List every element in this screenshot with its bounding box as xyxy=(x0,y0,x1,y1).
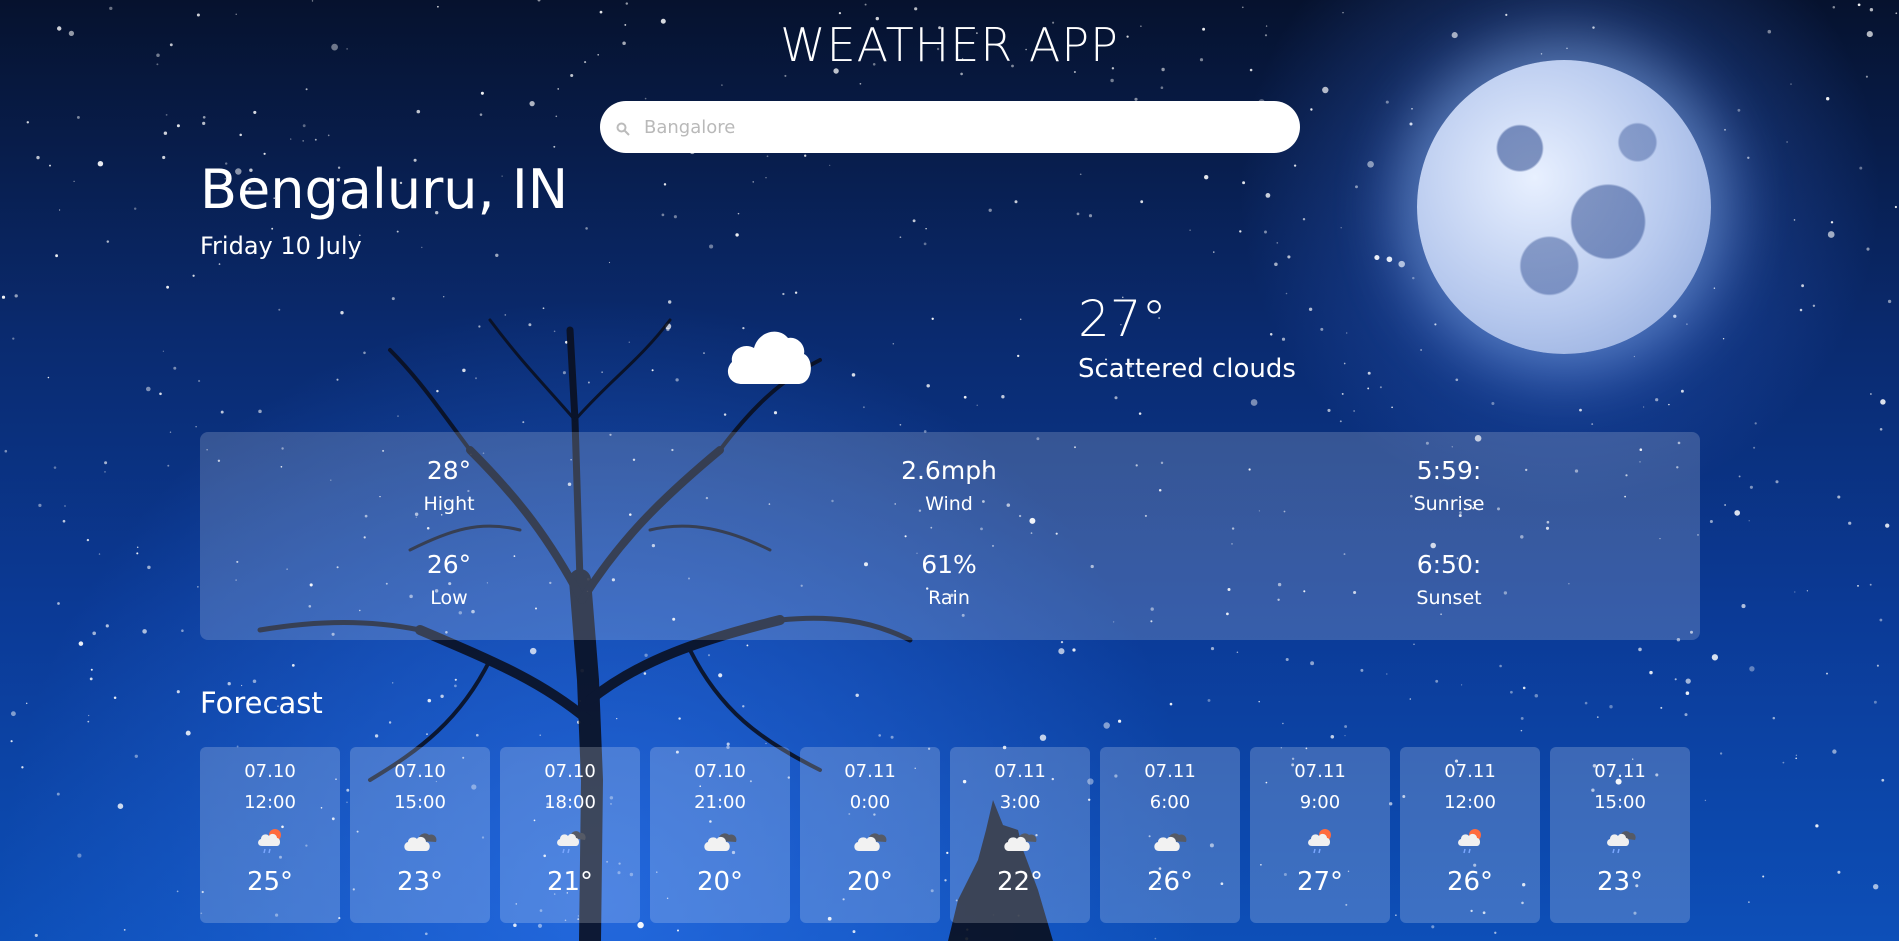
stat-low: 26° Low xyxy=(349,550,549,609)
clouds-icon xyxy=(950,823,1090,857)
stat-rain: 61% Rain xyxy=(849,550,1049,609)
clouds-icon xyxy=(350,823,490,857)
forecast-temperature: 20° xyxy=(846,867,894,897)
forecast-date: 07.11 xyxy=(994,761,1046,782)
forecast-time: 3:00 xyxy=(999,792,1041,813)
cloud-rain-icon xyxy=(500,823,640,857)
forecast-date: 07.10 xyxy=(394,761,446,782)
forecast-card: 07.11 0:00 20° xyxy=(800,747,940,923)
forecast-time: 9:00 xyxy=(1299,792,1341,813)
forecast-time: 15:00 xyxy=(394,792,446,813)
forecast-time: 18:00 xyxy=(544,792,596,813)
forecast-card: 07.10 21:00 20° xyxy=(650,747,790,923)
forecast-date: 07.11 xyxy=(1594,761,1646,782)
forecast-card: 07.11 12:00 26° xyxy=(1400,747,1540,923)
forecast-date: 07.11 xyxy=(1444,761,1496,782)
stat-sunset-label: Sunset xyxy=(1416,587,1482,609)
current-date: Friday 10 July xyxy=(200,232,362,260)
sun-cloud-rain-icon xyxy=(1250,823,1390,857)
stat-sunrise: 5:59: Sunrise xyxy=(1349,456,1549,515)
forecast-time: 15:00 xyxy=(1594,792,1646,813)
forecast-temperature: 20° xyxy=(696,867,744,897)
forecast-date: 07.11 xyxy=(1294,761,1346,782)
forecast-date: 07.11 xyxy=(1144,761,1196,782)
stat-sunrise-label: Sunrise xyxy=(1413,493,1485,515)
stat-high: 28° Hight xyxy=(349,456,549,515)
search-bar[interactable] xyxy=(600,101,1300,153)
forecast-date: 07.10 xyxy=(694,761,746,782)
stat-sunset-value: 6:50: xyxy=(1416,550,1482,579)
forecast-temperature: 26° xyxy=(1446,867,1494,897)
stat-high-label: Hight xyxy=(423,493,475,515)
forecast-temperature: 23° xyxy=(396,867,444,897)
forecast-card: 07.10 18:00 21° xyxy=(500,747,640,923)
forecast-date: 07.11 xyxy=(844,761,896,782)
forecast-time: 12:00 xyxy=(244,792,296,813)
weather-description: Scattered clouds xyxy=(1078,354,1296,384)
stat-wind: 2.6mph Wind xyxy=(849,456,1049,515)
stat-sunset: 6:50: Sunset xyxy=(1349,550,1549,609)
forecast-time: 12:00 xyxy=(1444,792,1496,813)
forecast-heading: Forecast xyxy=(200,686,323,720)
cloud-rain-icon xyxy=(1550,823,1690,857)
forecast-temperature: 21° xyxy=(546,867,594,897)
forecast-time: 0:00 xyxy=(849,792,891,813)
forecast-card: 07.11 3:00 22° xyxy=(950,747,1090,923)
stat-rain-value: 61% xyxy=(921,550,977,579)
sun-cloud-rain-icon xyxy=(200,823,340,857)
cloud-icon xyxy=(727,331,811,384)
forecast-time: 21:00 xyxy=(694,792,746,813)
stat-wind-label: Wind xyxy=(925,493,973,515)
forecast-temperature: 26° xyxy=(1146,867,1194,897)
stat-sunrise-value: 5:59: xyxy=(1416,456,1482,485)
clouds-icon xyxy=(800,823,940,857)
forecast-card: 07.10 12:00 25° xyxy=(200,747,340,923)
search-input[interactable] xyxy=(640,101,1300,153)
search-icon xyxy=(600,122,640,140)
sun-cloud-rain-icon xyxy=(1400,823,1540,857)
forecast-date: 07.10 xyxy=(244,761,296,782)
forecast-time: 6:00 xyxy=(1149,792,1191,813)
stat-wind-value: 2.6mph xyxy=(901,456,997,485)
forecast-temperature: 22° xyxy=(996,867,1044,897)
forecast-card: 07.10 15:00 23° xyxy=(350,747,490,923)
app-title: WEATHER APP xyxy=(780,18,1119,72)
moon-image xyxy=(1417,60,1711,354)
forecast-list: 07.10 12:00 25° 07.10 15:00 23° 07.10 18… xyxy=(200,747,1690,923)
forecast-temperature: 27° xyxy=(1296,867,1344,897)
forecast-card: 07.11 15:00 23° xyxy=(1550,747,1690,923)
stat-low-value: 26° xyxy=(426,550,472,579)
city-name: Bengaluru, IN xyxy=(200,158,569,221)
forecast-date: 07.10 xyxy=(544,761,596,782)
weather-stats-panel: 28° Hight 26° Low 2.6mph Wind 61% Rain 5… xyxy=(200,432,1700,640)
current-temperature: 27° xyxy=(1078,290,1167,348)
clouds-icon xyxy=(650,823,790,857)
forecast-card: 07.11 6:00 26° xyxy=(1100,747,1240,923)
clouds-icon xyxy=(1100,823,1240,857)
forecast-card: 07.11 9:00 27° xyxy=(1250,747,1390,923)
stat-high-value: 28° xyxy=(426,456,472,485)
forecast-temperature: 25° xyxy=(246,867,294,897)
forecast-temperature: 23° xyxy=(1596,867,1644,897)
stat-rain-label: Rain xyxy=(928,587,970,609)
stat-low-label: Low xyxy=(430,587,468,609)
